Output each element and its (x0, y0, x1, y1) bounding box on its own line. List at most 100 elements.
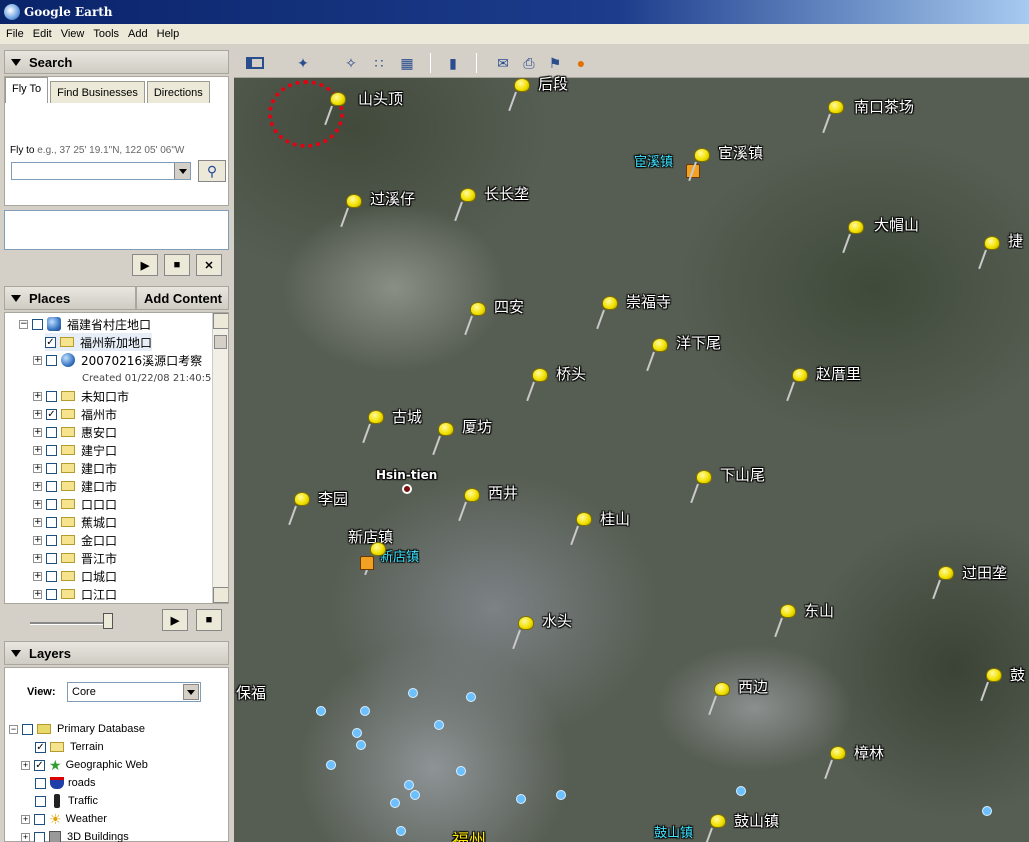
flyto-dropdown-icon[interactable] (174, 163, 190, 179)
poi-marker-icon[interactable] (466, 692, 476, 702)
menu-view[interactable]: View (61, 28, 85, 40)
poi-marker-icon[interactable] (396, 826, 406, 836)
place-item[interactable]: − 福建省村庄地口 (19, 315, 151, 333)
placemark-pin[interactable] (570, 512, 596, 548)
expand-icon[interactable]: + (21, 760, 30, 770)
add-polygon-button[interactable]: ✧ (340, 53, 362, 73)
checkbox[interactable] (35, 795, 46, 807)
placemark-pin[interactable] (690, 470, 716, 506)
expand-icon[interactable]: + (33, 409, 42, 419)
placemark-pin[interactable] (842, 220, 868, 256)
add-placemark-button[interactable]: ✦ (292, 53, 314, 73)
expand-icon[interactable]: + (33, 517, 42, 527)
stop-tour-button[interactable]: ■ (164, 254, 190, 276)
expand-icon[interactable]: + (33, 355, 42, 365)
expand-icon[interactable]: + (33, 499, 42, 509)
place-item[interactable]: + 口口口 (33, 495, 117, 513)
place-item[interactable]: + 蕉城口 (33, 513, 117, 531)
place-item[interactable]: + 建口市 (33, 477, 117, 495)
poi-marker-icon[interactable] (326, 760, 336, 770)
placemark-pin[interactable] (824, 746, 850, 782)
checkbox[interactable] (46, 426, 57, 438)
placemark-pin[interactable] (646, 338, 672, 374)
expand-icon[interactable]: + (33, 427, 42, 437)
add-image-overlay-button[interactable]: ▦ (396, 53, 418, 73)
placemark-pin[interactable] (774, 604, 800, 640)
search-results-box[interactable] (4, 210, 229, 250)
checkbox[interactable]: ✓ (45, 336, 56, 348)
expand-icon[interactable]: + (33, 391, 42, 401)
menu-help[interactable]: Help (157, 28, 180, 40)
checkbox[interactable] (46, 444, 57, 456)
placemark-pin[interactable] (786, 368, 812, 404)
checkbox[interactable] (22, 723, 33, 735)
tab-fly-to[interactable]: Fly To (5, 77, 49, 103)
map-view[interactable]: ✦ ✧ ∷ ▦ ▮ ✉ ⎙ ⚑ ● 山头顶 后段 南口茶场 宦溪镇 宦溪镇 过溪… (234, 48, 1029, 842)
placemark-pin[interactable] (324, 92, 350, 128)
tab-find-businesses[interactable]: Find Businesses (50, 81, 145, 103)
places-scrollbar[interactable] (212, 313, 228, 603)
place-item[interactable]: ✓ 福州新加地口 (45, 333, 153, 351)
add-content-button[interactable]: Add Content (136, 286, 229, 310)
place-item[interactable]: + 晋江市 (33, 549, 117, 567)
placemark-pin[interactable] (932, 566, 958, 602)
poi-marker-icon[interactable] (410, 790, 420, 800)
checkbox[interactable]: ✓ (46, 408, 57, 420)
menu-file[interactable]: File (6, 28, 24, 40)
placemark-pin[interactable] (340, 194, 366, 230)
poi-marker-icon[interactable] (390, 798, 400, 808)
poi-marker-icon[interactable] (408, 688, 418, 698)
place-item[interactable]: + 未知口市 (33, 387, 129, 405)
checkbox[interactable] (46, 480, 57, 492)
scroll-up-arrow-icon[interactable] (213, 313, 228, 329)
add-path-button[interactable]: ∷ (368, 53, 390, 73)
expand-icon[interactable]: + (33, 445, 42, 455)
expand-icon[interactable]: + (33, 589, 42, 599)
menu-tools[interactable]: Tools (93, 28, 119, 40)
place-item[interactable]: + ✓ 福州市 (33, 405, 117, 423)
tour-speed-slider[interactable] (30, 622, 110, 625)
placemark-pin[interactable] (708, 682, 734, 718)
checkbox[interactable] (46, 534, 57, 546)
checkbox[interactable] (34, 831, 45, 842)
placemark-pin[interactable] (464, 302, 490, 338)
checkbox[interactable] (46, 570, 57, 582)
menu-add[interactable]: Add (128, 28, 148, 40)
checkbox[interactable] (46, 354, 57, 366)
checkbox[interactable] (46, 516, 57, 528)
print-button[interactable]: ⎙ (518, 53, 540, 73)
clear-results-button[interactable]: ✕ (196, 254, 222, 276)
placemark-pin[interactable] (432, 422, 458, 458)
slider-thumb[interactable] (103, 613, 113, 629)
place-item[interactable]: + 金口口 (33, 531, 117, 549)
placemark-pin[interactable] (688, 148, 714, 184)
search-button[interactable]: ⚲ (198, 160, 226, 182)
play-places-tour-button[interactable]: ▶ (162, 609, 188, 631)
scroll-down-arrow-icon[interactable] (213, 587, 228, 603)
layer-item[interactable]: + 3D Buildings (21, 828, 129, 842)
placemark-pin[interactable] (822, 100, 848, 136)
poi-marker-icon[interactable] (434, 720, 444, 730)
poi-marker-icon[interactable] (516, 794, 526, 804)
checkbox[interactable] (46, 462, 57, 474)
checkbox[interactable] (46, 588, 57, 600)
layers-panel-header[interactable]: Layers (4, 641, 229, 665)
search-panel-header[interactable]: Search (4, 50, 229, 74)
placemark-pin[interactable] (978, 236, 1004, 272)
place-item[interactable]: + 建口市 (33, 459, 117, 477)
poi-marker-icon[interactable] (556, 790, 566, 800)
poi-marker-icon[interactable] (316, 706, 326, 716)
view-select[interactable]: Core (67, 682, 201, 702)
place-item[interactable]: + 口江口 (33, 585, 117, 603)
expand-icon[interactable]: + (21, 814, 30, 824)
placemark-pin[interactable] (508, 78, 534, 114)
city-dot-icon[interactable] (402, 484, 412, 494)
layer-item[interactable]: + ☀ Weather (21, 810, 107, 828)
play-tour-button[interactable]: ▶ (132, 254, 158, 276)
expand-icon[interactable]: + (33, 463, 42, 473)
place-item[interactable]: + 20070216溪源口考察 (33, 351, 202, 369)
ruler-button[interactable]: ▮ (442, 53, 464, 73)
tab-directions[interactable]: Directions (146, 81, 210, 103)
checkbox[interactable] (34, 813, 45, 825)
poi-marker-icon[interactable] (456, 766, 466, 776)
